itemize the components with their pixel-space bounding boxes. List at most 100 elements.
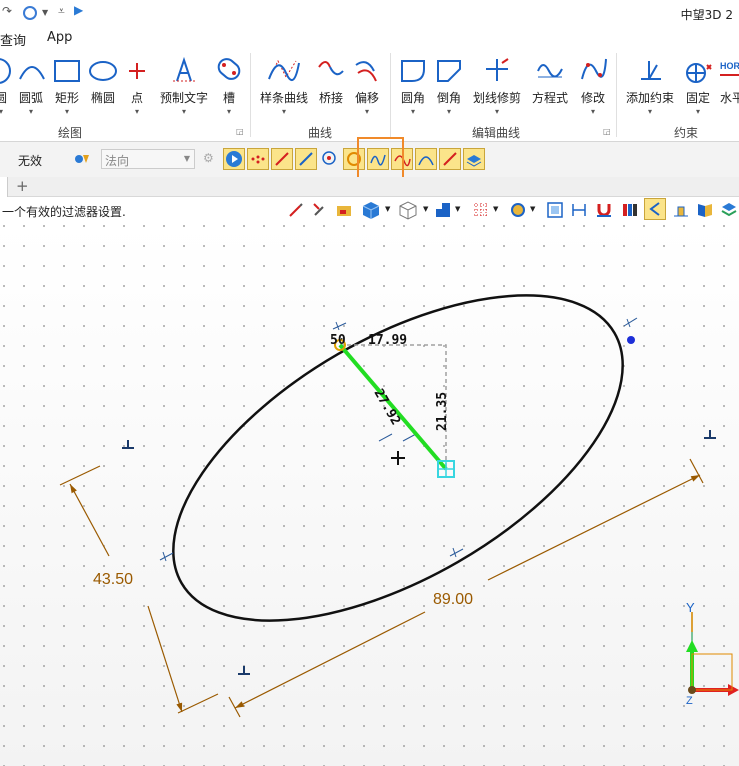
pen-icon[interactable] <box>288 202 304 218</box>
settings-icon[interactable]: ⚙ <box>203 151 214 165</box>
minor-axis-dimension[interactable]: 43.50 <box>93 571 133 588</box>
layers-icon[interactable] <box>720 201 738 219</box>
filter-line-button[interactable] <box>271 148 293 170</box>
trim-icon <box>486 58 509 81</box>
menu-item-app[interactable]: App <box>47 30 72 45</box>
edge-icon <box>299 152 313 166</box>
filter-center-button[interactable] <box>319 148 341 170</box>
play-icon[interactable]: ▶ <box>74 3 83 17</box>
filter-points-button[interactable] <box>247 148 269 170</box>
measure-icon[interactable] <box>672 201 690 219</box>
horizontal-icon: HOR <box>720 61 739 76</box>
layers-icon <box>466 155 482 167</box>
group-curve-label: 曲线 <box>308 126 333 140</box>
spline-button[interactable]: 样条曲线 ▾ <box>258 53 310 123</box>
play-filter-button[interactable] <box>223 148 245 170</box>
arc-icon <box>418 156 434 166</box>
dialog-launcher-icon[interactable]: ◲ <box>603 127 611 136</box>
frame-icon[interactable] <box>547 202 563 218</box>
prompt-bar: 一个有效的过滤器设置. ▼ ▼ ▼ ▼ ▼ <box>0 197 739 224</box>
group-constraint-label: 约束 <box>674 126 699 140</box>
render-mode-icon[interactable] <box>510 202 526 218</box>
view-plane-icon[interactable] <box>435 202 451 218</box>
group-edit-curve-label: 编辑曲线 <box>472 126 521 140</box>
arc-icon <box>19 66 45 80</box>
grid-icon[interactable] <box>473 202 489 218</box>
filter-edge-button[interactable] <box>295 148 317 170</box>
fillet-button[interactable]: 圆角 ▾ <box>398 53 428 123</box>
offset-button[interactable]: 偏移 ▾ <box>352 53 382 123</box>
chevron-down-icon[interactable]: ▼ <box>423 205 428 213</box>
offset-icon <box>355 61 377 82</box>
vertical-dimension[interactable]: 21.35 <box>435 392 450 431</box>
menu-item-query[interactable]: 查询 <box>0 30 26 49</box>
circle-button[interactable]: 圆 ▾ <box>0 53 12 123</box>
sketch-canvas[interactable]: 50 17.99 21.35 27.92 43.50 89.00 Y Z <box>0 224 739 766</box>
trim-button[interactable]: 划线修剪 ▾ <box>470 53 524 123</box>
fix-button[interactable]: 固定 ▾ <box>682 53 714 123</box>
chevron-down-icon[interactable]: ▼ <box>493 205 498 213</box>
add-constraint-icon <box>641 61 661 80</box>
equation-icon <box>537 64 563 78</box>
arc-button[interactable]: 圆弧 ▾ <box>17 53 45 123</box>
snap-icon <box>649 202 660 216</box>
cube-wire-icon[interactable] <box>397 200 419 220</box>
chevron-down-icon[interactable]: ▼ <box>42 8 48 17</box>
major-axis-dimension[interactable]: 89.00 <box>433 591 473 608</box>
wrench-icon[interactable] <box>312 202 328 218</box>
ellipse-icon <box>89 61 117 81</box>
points-icon <box>251 155 265 164</box>
filter-layer-button[interactable] <box>463 148 485 170</box>
bridge-button[interactable]: 桥接 <box>316 53 346 123</box>
chamfer-button[interactable]: 倒角 ▾ <box>434 53 464 123</box>
modify-button[interactable]: 修改 ▾ <box>576 53 610 123</box>
ellipse-quadrant-point[interactable] <box>627 336 635 344</box>
horizontal-button[interactable]: HOR 水平 <box>718 53 739 123</box>
title-bar: ↷ ▼ ⩡ ▶ 中望3D 2 <box>0 0 739 27</box>
slot-button[interactable]: 槽 ▾ <box>214 53 244 123</box>
text-button[interactable]: 预制文字 ▾ <box>157 53 211 123</box>
fillet-icon <box>401 60 425 82</box>
point-button[interactable]: 点 ▾ <box>124 53 150 123</box>
direction-select[interactable]: 法向 ▼ <box>101 149 195 169</box>
customize-icon[interactable]: ⩡ <box>58 4 65 19</box>
rectangle-button[interactable]: 矩形 ▾ <box>52 53 82 123</box>
horizontal-dimension[interactable]: 17.99 <box>368 333 407 348</box>
text-icon <box>173 56 195 82</box>
filter-segment-button[interactable] <box>439 148 461 170</box>
dimension-icon[interactable] <box>571 202 587 218</box>
ellipse-button[interactable]: 椭圆 <box>88 53 118 123</box>
menu-bar: 查询 App <box>0 27 739 49</box>
document-tab[interactable] <box>0 177 8 197</box>
chevron-down-icon[interactable]: ▼ <box>455 205 460 213</box>
folder-icon[interactable] <box>336 202 352 218</box>
chevron-down-icon: ▼ <box>183 154 190 163</box>
chevron-down-icon[interactable]: ▼ <box>530 205 535 213</box>
book-icon[interactable] <box>696 201 714 219</box>
refresh-icon[interactable] <box>22 5 38 21</box>
magnet-icon[interactable] <box>596 201 612 219</box>
chamfer-icon <box>437 60 461 82</box>
filter-mode-label[interactable]: 无效 <box>18 152 42 169</box>
svg-text:HOR: HOR <box>720 61 739 71</box>
cube-solid-icon[interactable] <box>360 200 382 220</box>
sketch-snap-button[interactable] <box>644 198 666 220</box>
chevron-down-icon[interactable]: ▼ <box>385 205 390 213</box>
dialog-launcher-icon[interactable]: ◲ <box>236 127 244 136</box>
prompt-message: 一个有效的过滤器设置. <box>2 205 126 219</box>
add-constraint-button[interactable]: 添加约束 ▾ <box>622 53 678 123</box>
equation-button[interactable]: 方程式 <box>530 53 570 123</box>
filter-icon[interactable] <box>74 151 90 167</box>
play-icon <box>226 151 242 167</box>
redo-icon[interactable]: ↷ <box>2 4 12 18</box>
center-icon <box>322 151 336 165</box>
angle-dimension[interactable]: 50 <box>330 333 346 348</box>
filter-arc-button[interactable] <box>415 148 437 170</box>
add-tab-icon[interactable]: + <box>16 177 29 195</box>
modify-icon <box>581 58 607 80</box>
app-title: 中望3D 2 <box>680 8 733 22</box>
line-icon <box>275 152 289 166</box>
axis-z-label: Z <box>686 695 693 707</box>
color-icon[interactable] <box>622 202 638 218</box>
sketch-drawing[interactable]: 50 17.99 21.35 27.92 43.50 89.00 Y Z <box>0 224 739 766</box>
